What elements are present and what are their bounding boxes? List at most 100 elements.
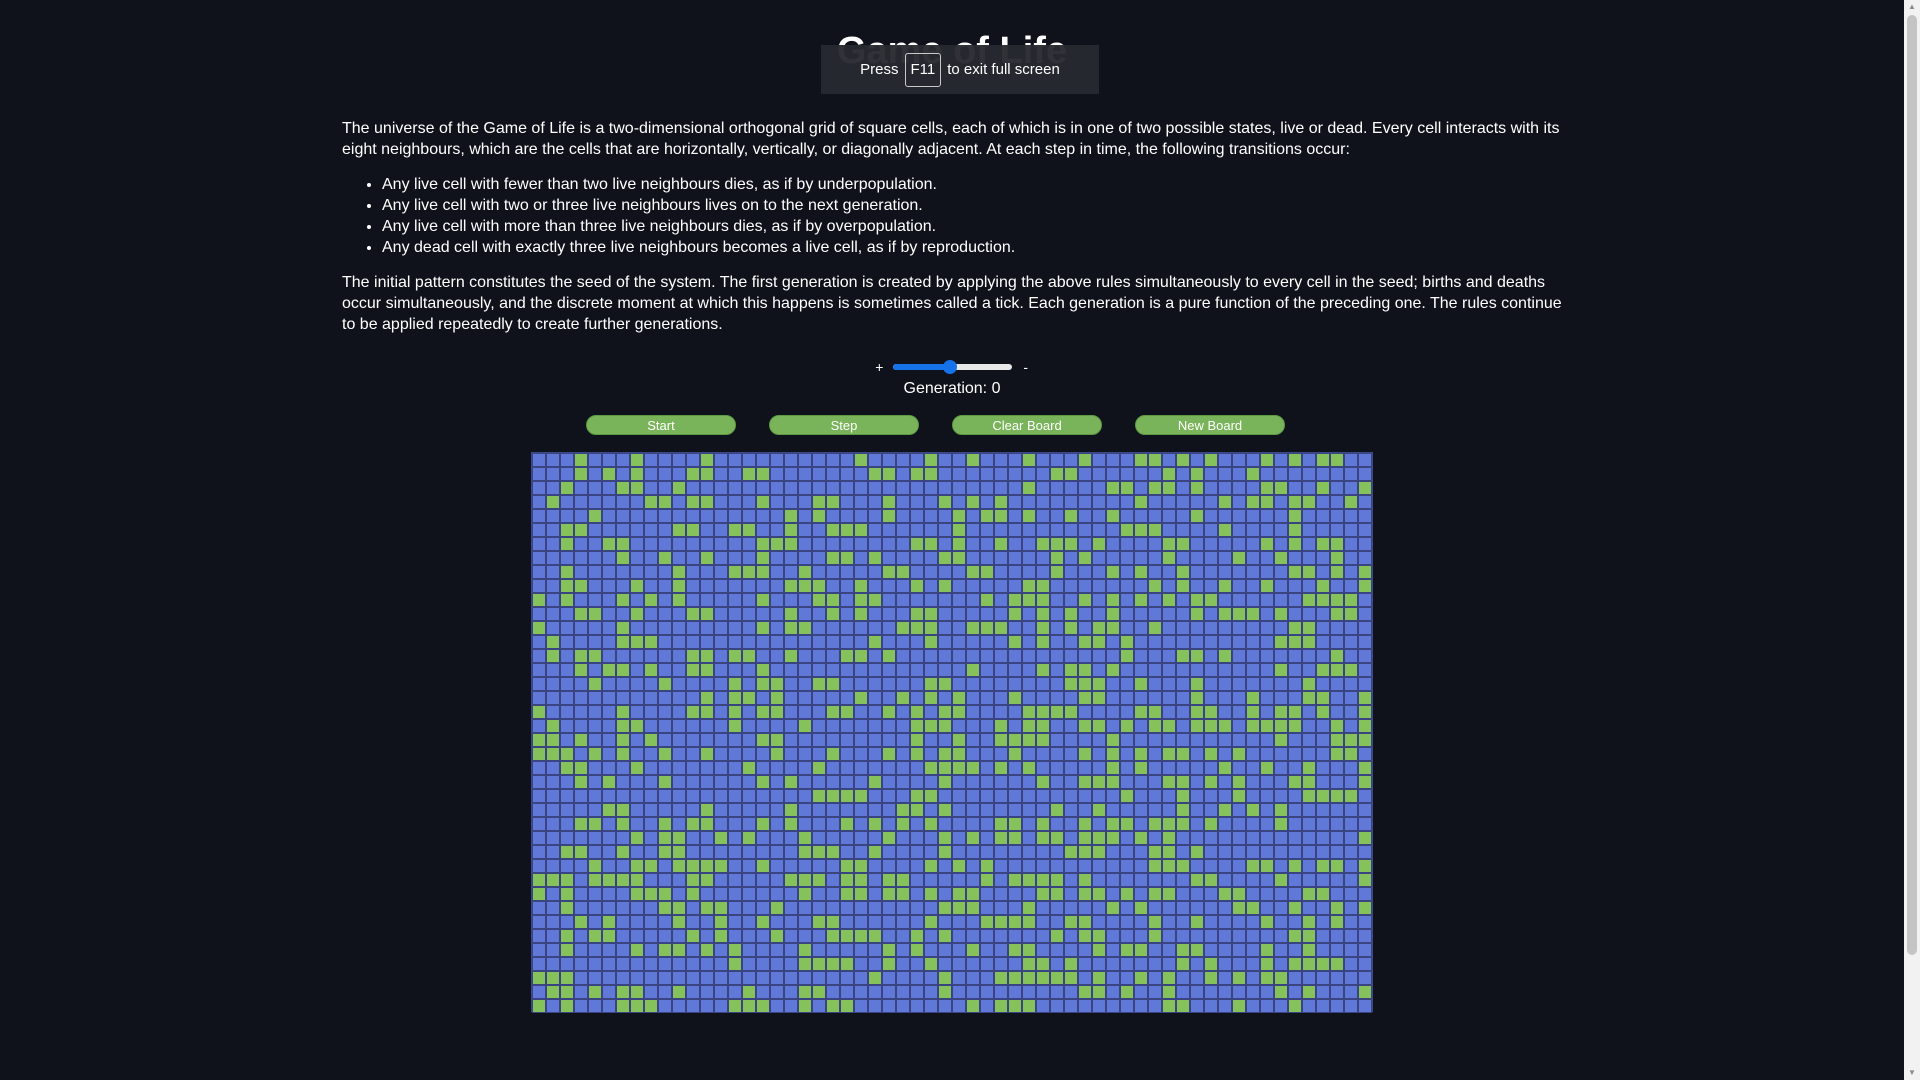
board-cell-dead[interactable] [546,453,560,467]
board-cell-live[interactable] [700,691,714,705]
board-cell-dead[interactable] [1148,971,1162,985]
board-cell-dead[interactable] [742,537,756,551]
board-cell-live[interactable] [868,593,882,607]
board-cell-live[interactable] [616,551,630,565]
board-cell-dead[interactable] [980,453,994,467]
board-cell-dead[interactable] [602,495,616,509]
board-cell-dead[interactable] [1064,579,1078,593]
board-cell-dead[interactable] [1232,859,1246,873]
vertical-scrollbar[interactable]: ▲ ▼ [1904,0,1920,1080]
board-cell-dead[interactable] [1232,817,1246,831]
board-cell-dead[interactable] [826,971,840,985]
board-cell-live[interactable] [938,929,952,943]
board-cell-dead[interactable] [1036,845,1050,859]
board-cell-dead[interactable] [784,999,798,1013]
board-cell-dead[interactable] [896,845,910,859]
board-cell-dead[interactable] [560,789,574,803]
board-cell-dead[interactable] [854,747,868,761]
board-cell-live[interactable] [770,537,784,551]
board-cell-live[interactable] [798,621,812,635]
board-cell-dead[interactable] [994,677,1008,691]
board-cell-dead[interactable] [952,719,966,733]
board-cell-dead[interactable] [1162,761,1176,775]
board-cell-dead[interactable] [980,747,994,761]
board-cell-dead[interactable] [1050,789,1064,803]
board-cell-dead[interactable] [882,663,896,677]
board-cell-dead[interactable] [1134,887,1148,901]
board-cell-dead[interactable] [728,873,742,887]
board-cell-dead[interactable] [1218,663,1232,677]
board-cell-dead[interactable] [1106,719,1120,733]
board-cell-dead[interactable] [994,957,1008,971]
board-cell-live[interactable] [756,593,770,607]
board-cell-dead[interactable] [714,775,728,789]
board-cell-dead[interactable] [1232,579,1246,593]
board-cell-live[interactable] [924,915,938,929]
board-cell-dead[interactable] [560,677,574,691]
board-cell-dead[interactable] [1330,481,1344,495]
board-cell-dead[interactable] [1134,985,1148,999]
board-cell-dead[interactable] [714,509,728,523]
board-cell-dead[interactable] [602,551,616,565]
board-cell-dead[interactable] [868,495,882,509]
board-cell-dead[interactable] [1218,453,1232,467]
board-cell-dead[interactable] [1232,467,1246,481]
board-cell-dead[interactable] [1274,621,1288,635]
board-cell-dead[interactable] [560,621,574,635]
board-cell-dead[interactable] [756,971,770,985]
board-cell-dead[interactable] [952,803,966,817]
board-cell-dead[interactable] [672,635,686,649]
board-cell-dead[interactable] [1106,705,1120,719]
board-cell-dead[interactable] [1344,719,1358,733]
board-cell-live[interactable] [1036,831,1050,845]
board-cell-dead[interactable] [784,663,798,677]
board-cell-dead[interactable] [1358,607,1372,621]
board-cell-live[interactable] [1302,593,1316,607]
board-cell-dead[interactable] [644,747,658,761]
board-cell-dead[interactable] [1190,453,1204,467]
board-cell-dead[interactable] [714,691,728,705]
board-cell-dead[interactable] [952,957,966,971]
board-cell-dead[interactable] [1120,999,1134,1013]
board-cell-dead[interactable] [826,663,840,677]
board-cell-dead[interactable] [672,705,686,719]
board-cell-live[interactable] [574,775,588,789]
board-cell-dead[interactable] [798,789,812,803]
board-cell-dead[interactable] [1274,943,1288,957]
board-cell-dead[interactable] [1204,523,1218,537]
board-cell-dead[interactable] [532,579,546,593]
board-cell-dead[interactable] [784,719,798,733]
board-cell-dead[interactable] [532,803,546,817]
board-cell-live[interactable] [1176,565,1190,579]
board-cell-dead[interactable] [644,803,658,817]
board-cell-live[interactable] [994,719,1008,733]
board-cell-live[interactable] [1344,789,1358,803]
board-cell-dead[interactable] [1246,985,1260,999]
board-cell-live[interactable] [1036,607,1050,621]
board-cell-dead[interactable] [924,481,938,495]
board-cell-dead[interactable] [910,509,924,523]
board-cell-dead[interactable] [686,453,700,467]
board-cell-dead[interactable] [952,593,966,607]
board-cell-dead[interactable] [840,579,854,593]
board-cell-live[interactable] [980,859,994,873]
board-cell-dead[interactable] [1288,677,1302,691]
board-cell-live[interactable] [812,761,826,775]
board-cell-dead[interactable] [924,705,938,719]
board-cell-dead[interactable] [812,943,826,957]
board-cell-dead[interactable] [1246,943,1260,957]
board-cell-dead[interactable] [1246,579,1260,593]
board-cell-dead[interactable] [1190,901,1204,915]
board-cell-dead[interactable] [826,817,840,831]
board-cell-live[interactable] [1106,663,1120,677]
board-cell-dead[interactable] [602,887,616,901]
board-cell-dead[interactable] [1302,453,1316,467]
board-cell-dead[interactable] [700,677,714,691]
board-cell-dead[interactable] [840,677,854,691]
board-cell-dead[interactable] [910,831,924,845]
board-cell-live[interactable] [1260,719,1274,733]
board-cell-live[interactable] [952,887,966,901]
board-cell-dead[interactable] [1078,649,1092,663]
board-cell-dead[interactable] [1190,971,1204,985]
board-cell-live[interactable] [546,635,560,649]
